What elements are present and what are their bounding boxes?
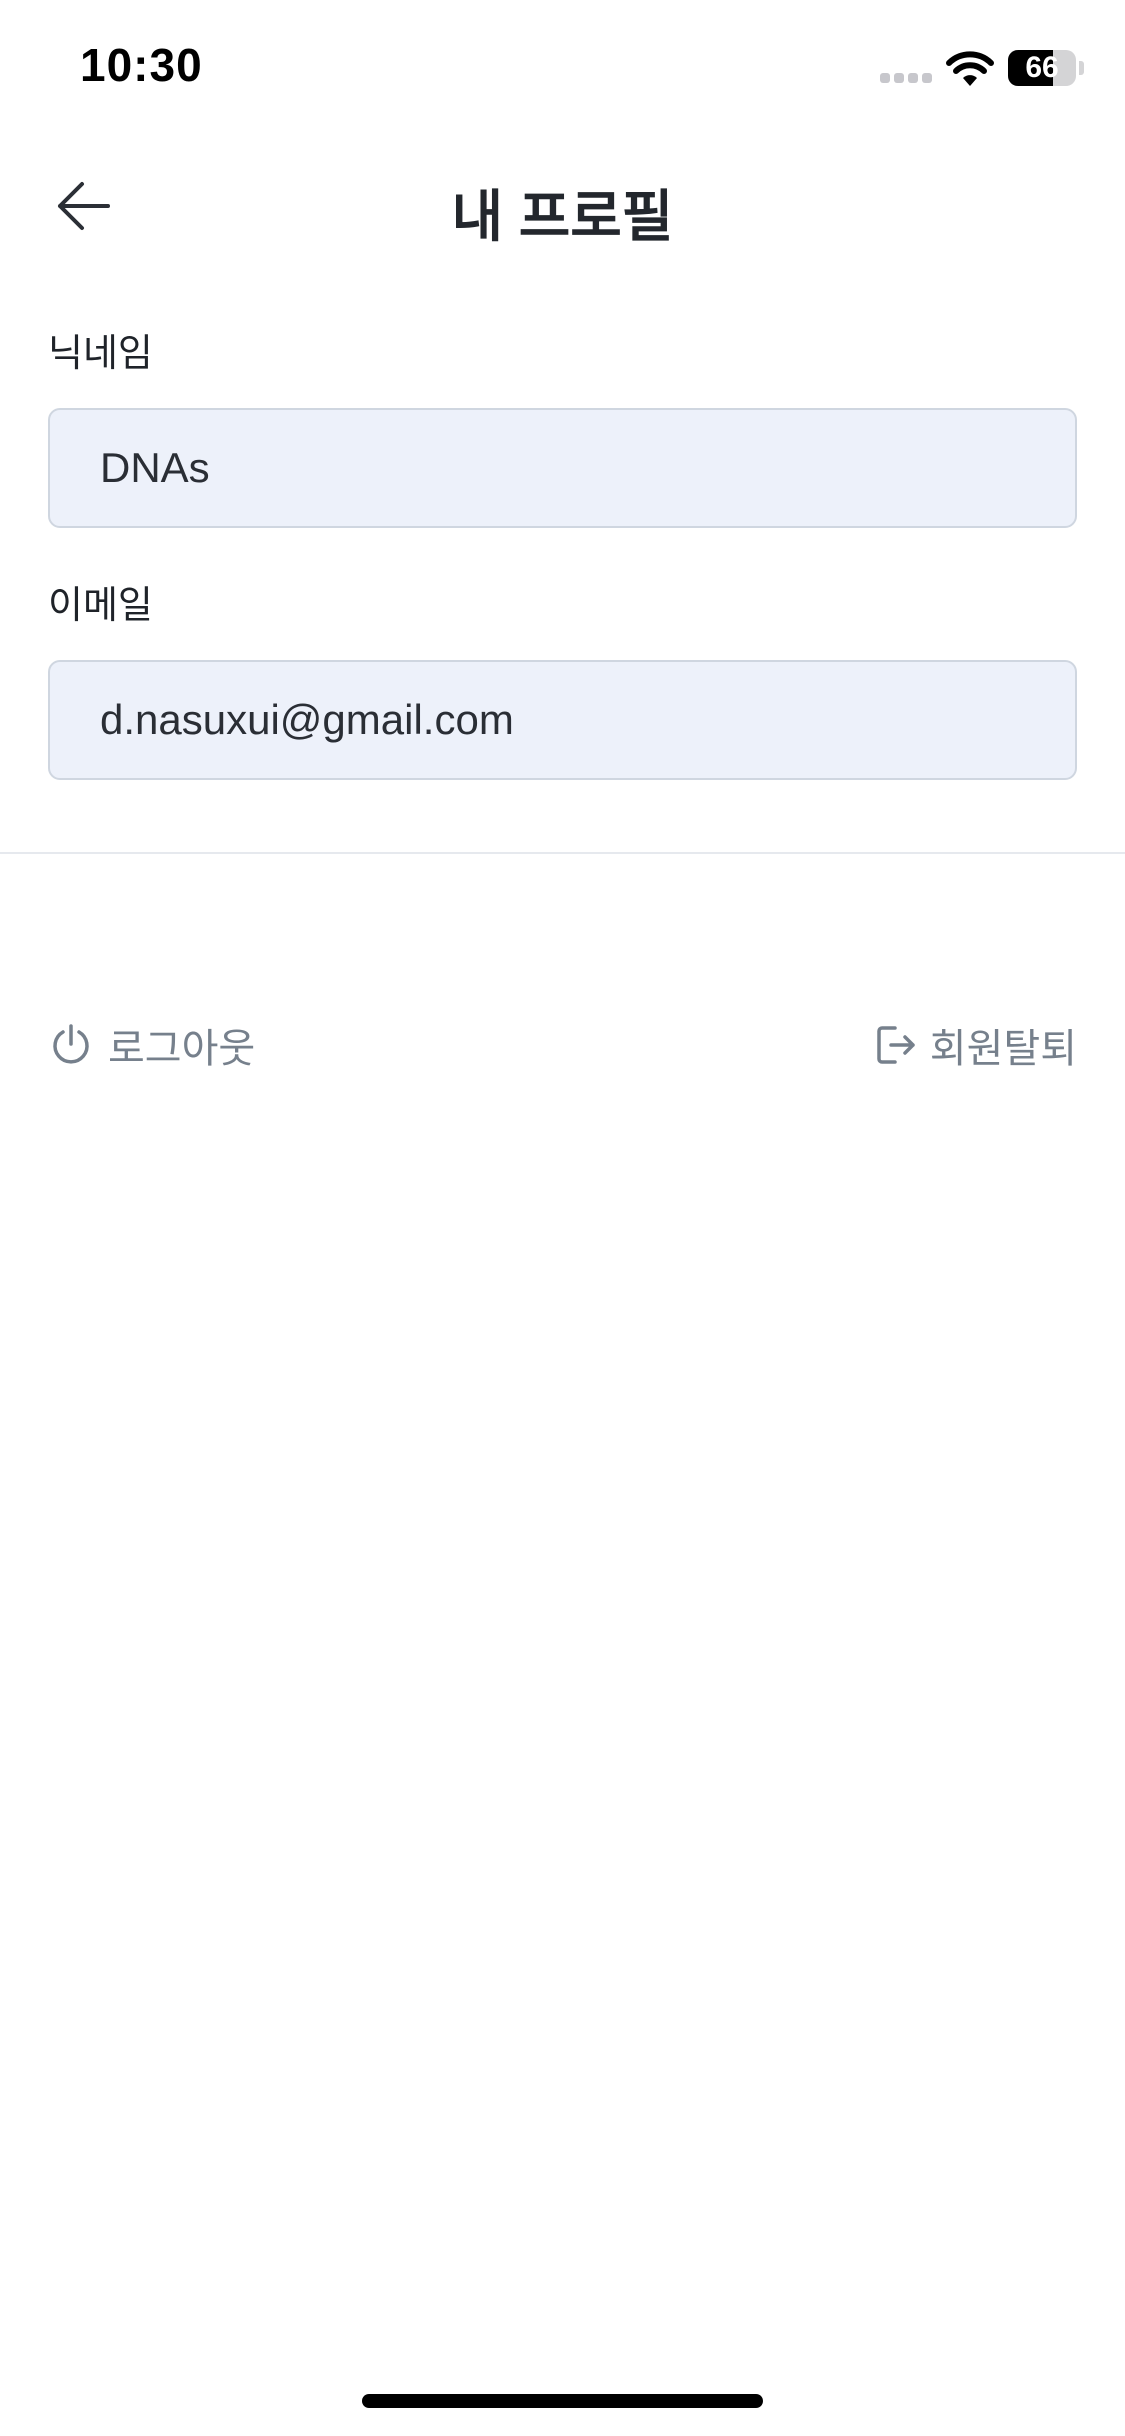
email-label: 이메일 xyxy=(48,585,153,627)
header: 내 프로필 xyxy=(0,150,1125,260)
section-divider xyxy=(0,852,1125,854)
logout-button[interactable]: 로그아웃 xyxy=(48,1015,255,1075)
cellular-signal-icon xyxy=(880,73,932,85)
battery-cap xyxy=(1079,61,1084,75)
nickname-field[interactable]: DNAs xyxy=(48,408,1077,528)
page-title: 내 프로필 xyxy=(451,185,674,248)
email-field[interactable]: d.nasuxui@gmail.com xyxy=(48,660,1077,780)
withdraw-label: 회원탈퇴 xyxy=(929,1027,1077,1071)
nickname-label: 닉네임 xyxy=(48,333,153,375)
home-indicator xyxy=(362,2394,763,2408)
battery-icon: 66 xyxy=(1008,50,1076,86)
status-bar: 10:30 66 xyxy=(0,0,1125,140)
wifi-icon xyxy=(945,50,995,88)
exit-icon xyxy=(872,1022,918,1068)
power-icon xyxy=(48,1022,94,1068)
battery-level: 66 xyxy=(1025,51,1059,84)
status-time: 10:30 xyxy=(80,39,203,91)
profile-screen: 10:30 66 내 프로필 닉네임 DNAs 이메일 d.nasuxui@gm… xyxy=(0,0,1125,2436)
logout-label: 로그아웃 xyxy=(108,1027,256,1071)
withdraw-button[interactable]: 회원탈퇴 xyxy=(872,1015,1077,1075)
